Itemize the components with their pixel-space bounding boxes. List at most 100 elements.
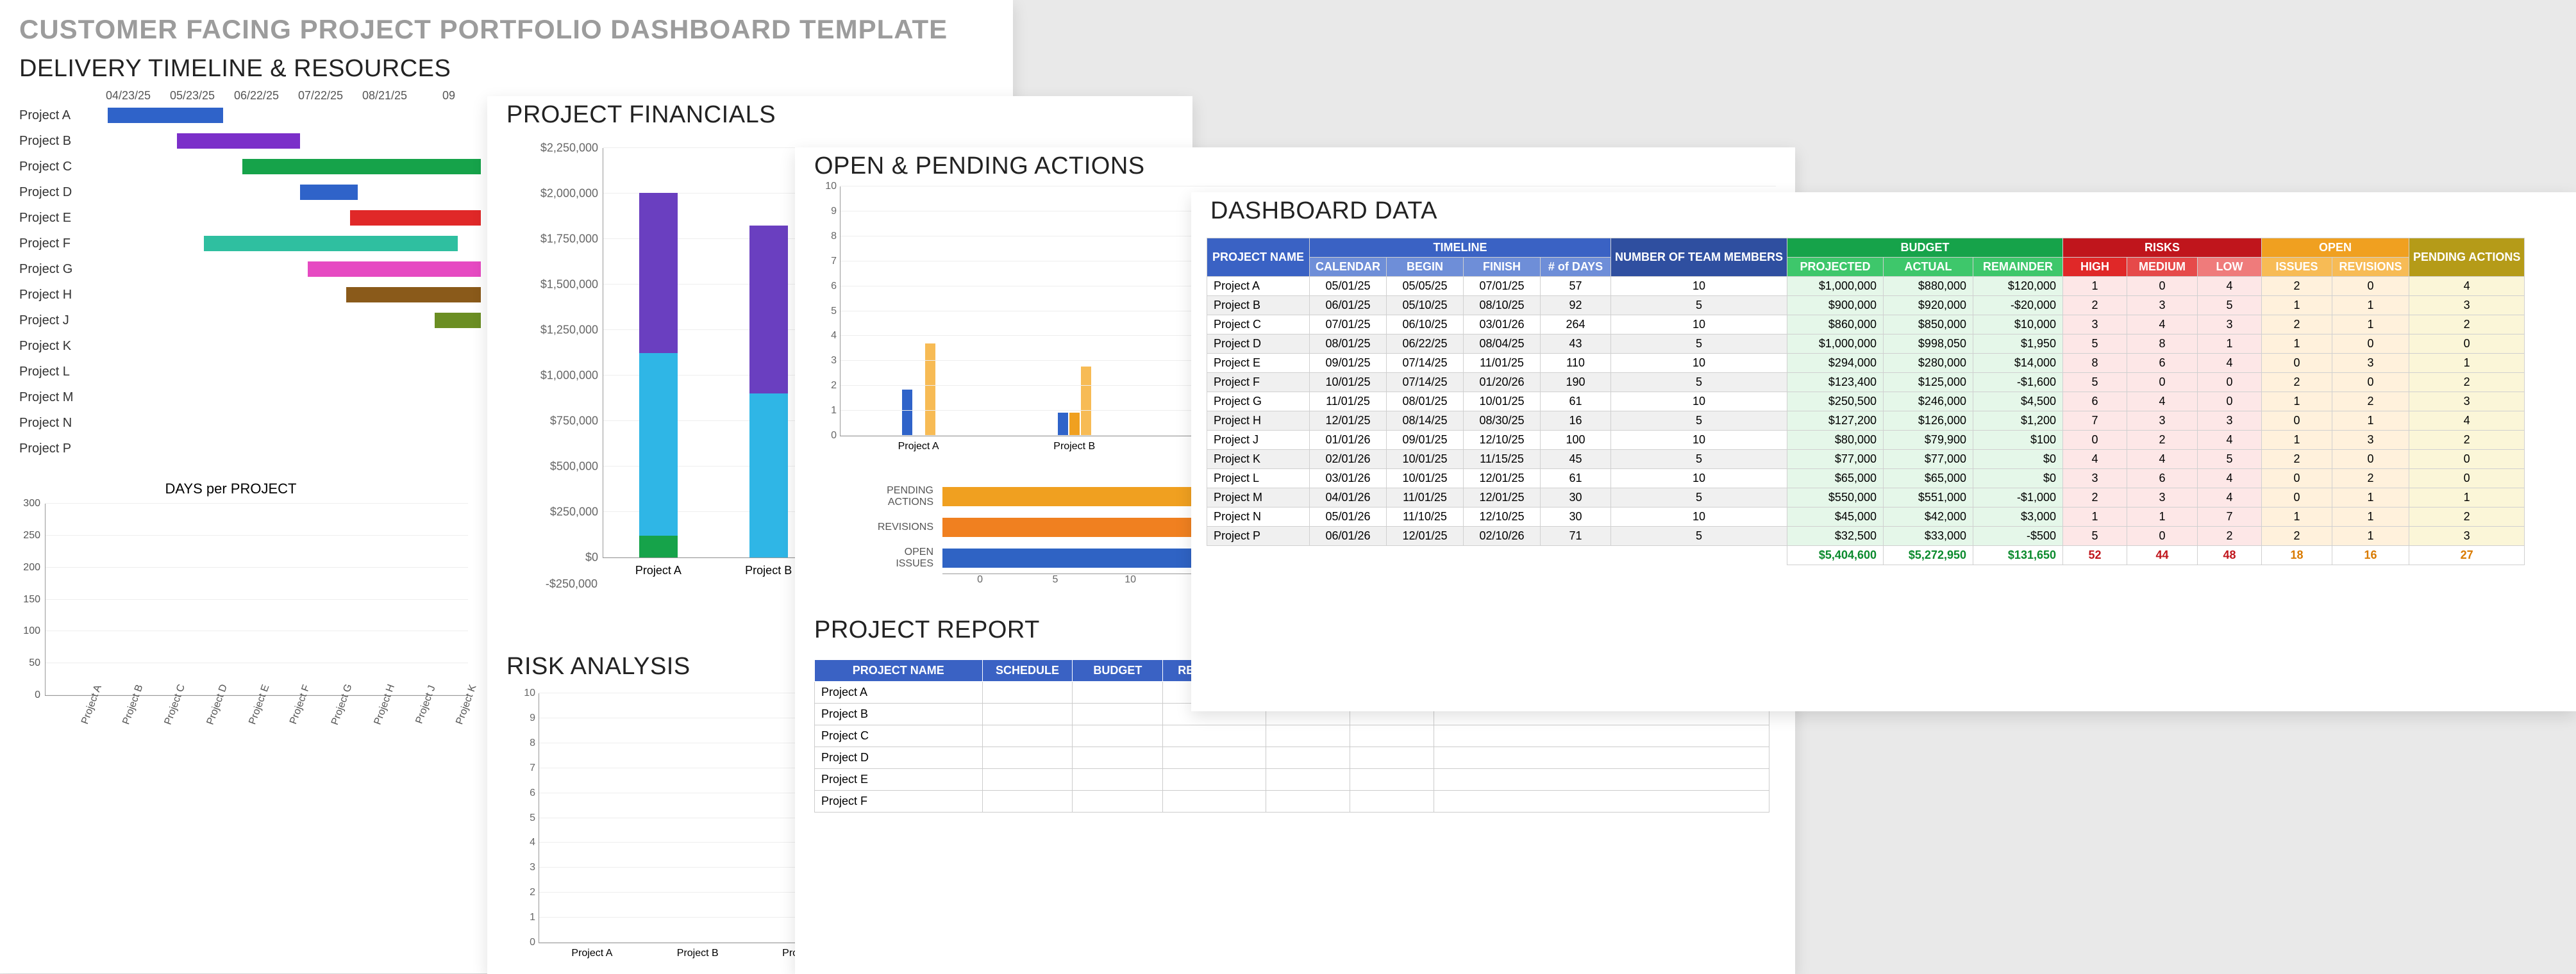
days-xlabel: Project H (352, 675, 397, 727)
report-header: PROJECT NAME (815, 660, 983, 682)
act-xlabel: Project B (1053, 436, 1095, 452)
delivery-timeline-title: DELIVERY TIMELINE & RESOURCES (0, 50, 1013, 89)
gantt-date-tick: 09 (417, 89, 481, 103)
gantt-row: Project H (19, 282, 481, 308)
gantt-chart: 04/23/2505/23/2506/22/2507/22/2508/21/25… (19, 89, 481, 461)
gantt-bar (242, 159, 481, 174)
data-totals-row: $5,404,600$5,272,950$131,650524448181627 (1207, 546, 2525, 565)
days-xlabel: Project D (184, 675, 230, 727)
gantt-date-tick: 06/22/25 (224, 89, 289, 103)
report-row: Project C (815, 725, 1769, 747)
gantt-label: Project P (19, 442, 96, 456)
days-xlabel: Project G (309, 675, 355, 727)
data-group-header: PENDING ACTIONS (2409, 238, 2525, 277)
data-row: Project K02/01/2610/01/2511/15/25455$77,… (1207, 450, 2525, 469)
data-sub-header: CALENDAR (1310, 258, 1387, 277)
days-xlabel: Project K (434, 675, 480, 726)
gantt-row: Project D (19, 179, 481, 205)
gantt-date-tick: 07/22/25 (289, 89, 353, 103)
gantt-row: Project F (19, 231, 481, 256)
data-sub-header: # of DAYS (1541, 258, 1611, 277)
report-row: Project E (815, 769, 1769, 791)
gantt-bar (177, 133, 300, 149)
gantt-bar (204, 236, 458, 251)
gantt-label: Project J (19, 313, 96, 328)
data-row: Project N05/01/2611/10/2512/10/253010$45… (1207, 508, 2525, 527)
act-bar (1069, 413, 1080, 436)
gantt-label: Project N (19, 416, 96, 431)
gantt-date-tick: 08/21/25 (353, 89, 417, 103)
hbar-label: OPENISSUES (833, 547, 942, 569)
hbar-label: REVISIONS (833, 522, 942, 533)
days-xlabel: Project B (100, 675, 146, 726)
data-row: Project L03/01/2610/01/2512/01/256110$65… (1207, 469, 2525, 488)
gantt-bar (346, 287, 481, 302)
data-sub-header: REMAINDER (1973, 258, 2063, 277)
gantt-date-tick: 05/23/25 (160, 89, 224, 103)
gantt-label: Project L (19, 365, 96, 379)
gantt-label: Project A (19, 108, 96, 123)
data-sub-header: MEDIUM (2127, 258, 2198, 277)
gantt-row: Project K (19, 333, 481, 359)
data-sub-header: BEGIN (1387, 258, 1464, 277)
act-xlabel: Project A (898, 436, 939, 452)
data-group-header: OPEN (2262, 238, 2409, 258)
data-row: Project G11/01/2508/01/2510/01/256110$25… (1207, 392, 2525, 411)
data-row: Project F10/01/2507/14/2501/20/261905$12… (1207, 373, 2525, 392)
gantt-row: Project J (19, 308, 481, 333)
act-bar (925, 343, 935, 436)
gantt-label: Project D (19, 185, 96, 200)
gantt-row: Project B (19, 128, 481, 154)
risk-xlabel: Project B (677, 943, 719, 959)
data-group-header: PROJECT NAME (1207, 238, 1310, 277)
data-sub-header: ACTUAL (1884, 258, 1973, 277)
hbar-label: PENDINGACTIONS (833, 485, 942, 508)
days-xlabel: Project J (393, 677, 438, 725)
data-group-header: TIMELINE (1310, 238, 1611, 258)
data-row: Project P06/01/2612/01/2502/10/26715$32,… (1207, 527, 2525, 546)
gantt-label: Project K (19, 339, 96, 354)
data-sub-header: ISSUES (2262, 258, 2332, 277)
days-per-project-title: DAYS per PROJECT (0, 481, 462, 497)
data-sub-header: FINISH (1464, 258, 1541, 277)
act-bar (902, 390, 912, 436)
gantt-bar (300, 185, 358, 200)
gantt-bar (350, 210, 481, 226)
report-header: SCHEDULE (982, 660, 1073, 682)
report-row: Project F (815, 791, 1769, 813)
gantt-bar (108, 108, 223, 123)
report-row: Project D (815, 747, 1769, 769)
gantt-row: Project A (19, 103, 481, 128)
hbar-tick: 5 (1017, 574, 1092, 586)
data-row: Project A05/01/2505/05/2507/01/255710$1,… (1207, 277, 2525, 296)
data-sub-header: PROJECTED (1787, 258, 1884, 277)
gantt-row: Project N (19, 410, 481, 436)
data-sub-header: REVISIONS (2332, 258, 2409, 277)
data-row: Project C07/01/2506/10/2503/01/2626410$8… (1207, 315, 2525, 334)
days-xlabel: Project E (226, 675, 272, 726)
panel-dashboard-data: DASHBOARD DATA PROJECT NAMETIMELINENUMBE… (1191, 192, 2576, 711)
gantt-label: Project M (19, 390, 96, 405)
gantt-label: Project C (19, 160, 96, 174)
data-row: Project B06/01/2505/10/2508/10/25925$900… (1207, 296, 2525, 315)
gantt-date-tick: 04/23/25 (96, 89, 160, 103)
report-header: BUDGET (1073, 660, 1163, 682)
days-per-project-chart: 050100150200250300Project AProject BProj… (45, 504, 468, 722)
act-group: 24Project A (841, 345, 996, 436)
gantt-label: Project H (19, 288, 96, 302)
days-xlabel: Project C (142, 675, 188, 727)
dashboard-data-title: DASHBOARD DATA (1191, 192, 2576, 231)
act-bar (1081, 367, 1091, 436)
financials-title: PROJECT FINANCIALS (487, 96, 1192, 135)
gantt-bar (435, 313, 481, 328)
data-sub-header: HIGH (2063, 258, 2127, 277)
gantt-row: Project M (19, 384, 481, 410)
gantt-row: Project C (19, 154, 481, 179)
gantt-label: Project F (19, 236, 96, 251)
gantt-row: Project G (19, 256, 481, 282)
act-bar (1058, 413, 1068, 436)
gantt-bar (308, 261, 481, 277)
actions-title: OPEN & PENDING ACTIONS (795, 147, 1795, 186)
gantt-label: Project B (19, 134, 96, 149)
data-row: Project E09/01/2507/14/2511/01/2511010$2… (1207, 354, 2525, 373)
